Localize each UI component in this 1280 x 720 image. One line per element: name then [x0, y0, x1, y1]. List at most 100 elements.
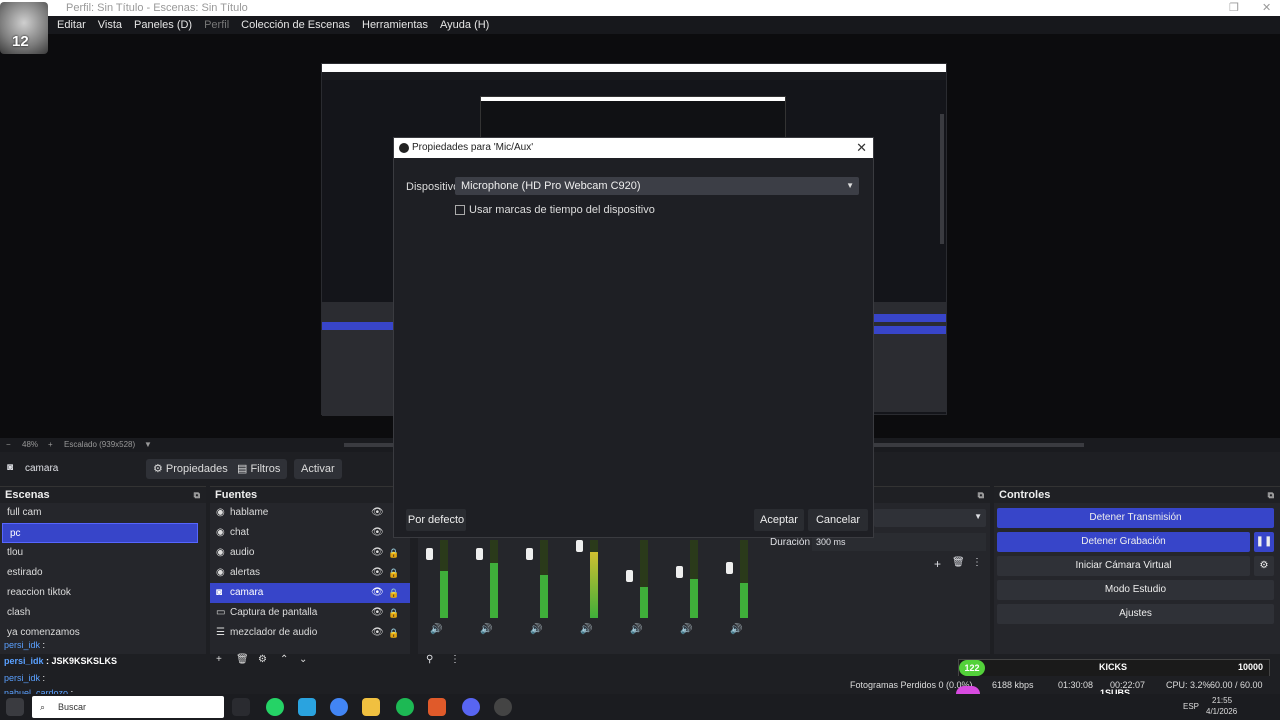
timestamp-checkbox-label[interactable]: Usar marcas de tiempo del dispositivo — [469, 204, 655, 216]
scene-item[interactable]: tlou — [0, 543, 206, 563]
scene-item[interactable]: clash — [0, 603, 206, 623]
defaults-button[interactable]: Por defecto — [406, 509, 466, 531]
folder-icon[interactable] — [362, 698, 380, 716]
undock-icon[interactable]: ⧉ — [978, 487, 984, 503]
volume-fader[interactable] — [526, 548, 533, 560]
cancel-button[interactable]: Cancelar — [808, 509, 868, 531]
zoom-out-icon[interactable]: − — [6, 438, 11, 452]
task-view-icon[interactable] — [232, 698, 250, 716]
lock-icon[interactable]: 🔒 — [388, 623, 399, 643]
close-icon[interactable]: ✕ — [856, 138, 867, 158]
menu-scene-collection[interactable]: Colección de Escenas — [241, 19, 350, 31]
gear-icon[interactable]: ⚙ — [1254, 556, 1274, 576]
discord-icon[interactable] — [462, 698, 480, 716]
device-select[interactable]: Microphone (HD Pro Webcam C920) ▼ — [455, 177, 859, 195]
move-down-icon[interactable]: ⌄ — [299, 654, 307, 665]
camera-icon: ◙ — [216, 587, 223, 598]
volume-fader[interactable] — [626, 570, 633, 582]
menu-tools[interactable]: Herramientas — [362, 19, 428, 31]
whatsapp-icon[interactable] — [266, 698, 284, 716]
volume-fader[interactable] — [676, 566, 683, 578]
scene-item[interactable]: full cam — [0, 503, 206, 523]
language-indicator[interactable]: ESP — [1183, 702, 1199, 711]
undock-icon[interactable]: ⧉ — [1268, 487, 1274, 503]
eye-icon[interactable]: 👁 — [371, 563, 384, 583]
activate-button[interactable]: Activar — [294, 459, 342, 479]
add-source-icon[interactable]: + — [216, 654, 222, 665]
chrome-icon[interactable] — [330, 698, 348, 716]
lock-icon[interactable]: 🔒 — [388, 583, 399, 603]
spotify-icon[interactable] — [396, 698, 414, 716]
source-item[interactable]: ◉ hablame 👁 — [210, 503, 410, 523]
speaker-icon[interactable]: 🔊 — [530, 624, 542, 635]
properties-button[interactable]: ⚙ Propiedades — [146, 459, 235, 479]
source-item[interactable]: ◉ audio 👁 🔒 — [210, 543, 410, 563]
speaker-icon[interactable]: 🔊 — [480, 624, 492, 635]
lock-icon[interactable]: 🔒 — [388, 543, 399, 563]
eye-icon[interactable]: 👁 — [371, 543, 384, 563]
zoom-in-icon[interactable]: + — [48, 438, 53, 452]
eye-icon[interactable]: 👁 — [371, 583, 384, 603]
stop-stream-button[interactable]: Detener Transmisión — [997, 508, 1274, 528]
source-item-selected[interactable]: ◙ camara 👁 🔒 — [210, 583, 410, 603]
move-up-icon[interactable]: ⌃ — [280, 654, 288, 665]
restore-icon[interactable]: ❐ — [1229, 0, 1239, 16]
lock-icon[interactable]: 🔒 — [388, 603, 399, 623]
mixer-menu-icon[interactable]: ⋮ — [450, 654, 460, 665]
globe-icon: ◉ — [216, 547, 225, 558]
volume-fader[interactable] — [576, 540, 583, 552]
undock-icon[interactable]: ⧉ — [194, 487, 200, 503]
speaker-icon[interactable]: 🔊 — [730, 624, 742, 635]
clock-time[interactable]: 21:55 — [1212, 696, 1232, 705]
eye-icon[interactable]: 👁 — [371, 503, 384, 523]
menu-edit[interactable]: Editar — [57, 19, 86, 31]
eye-icon[interactable]: 👁 — [371, 623, 384, 643]
chevron-down-icon: ▼ — [846, 181, 854, 190]
studio-mode-button[interactable]: Modo Estudio — [997, 580, 1274, 600]
close-window-icon[interactable]: ✕ — [1262, 0, 1271, 16]
timestamp-checkbox[interactable] — [455, 205, 465, 215]
obs-icon[interactable] — [494, 698, 512, 716]
dialog-titlebar: Propiedades para 'Mic/Aux' ✕ — [394, 138, 873, 158]
delete-transition-icon[interactable]: 🗑 — [952, 557, 965, 568]
settings-button[interactable]: Ajustes — [997, 604, 1274, 624]
clock-date[interactable]: 4/1/2026 — [1206, 707, 1237, 716]
speaker-icon[interactable]: 🔊 — [430, 624, 442, 635]
volume-fader[interactable] — [726, 562, 733, 574]
scene-item[interactable]: reaccion tiktok — [0, 583, 206, 603]
source-item[interactable]: ▭ Captura de pantalla 👁 🔒 — [210, 603, 410, 623]
menu-help[interactable]: Ayuda (H) — [440, 19, 489, 31]
brave-icon[interactable] — [428, 698, 446, 716]
source-item[interactable]: ☰ mezclador de audio 👁 🔒 — [210, 623, 410, 643]
scene-item[interactable]: estirado — [0, 563, 206, 583]
speaker-icon[interactable]: 🔊 — [630, 624, 642, 635]
source-settings-icon[interactable]: ⚙ — [258, 654, 267, 665]
filters-button[interactable]: ▤ Filtros — [230, 459, 288, 479]
add-transition-icon[interactable]: + — [934, 557, 941, 571]
menu-profile[interactable]: Perfil — [204, 19, 229, 31]
volume-fader[interactable] — [426, 548, 433, 560]
transition-menu-icon[interactable]: ⋮ — [972, 557, 982, 568]
taskbar-search[interactable]: ⌕ Buscar — [32, 696, 224, 718]
speaker-icon[interactable]: 🔊 — [580, 624, 592, 635]
transition-select[interactable]: ▼ — [874, 509, 986, 527]
volume-fader[interactable] — [476, 548, 483, 560]
scale-dropdown-icon[interactable]: ▼ — [144, 438, 152, 452]
eye-icon[interactable]: 👁 — [371, 523, 384, 543]
speaker-icon[interactable]: 🔊 — [680, 624, 692, 635]
start-icon[interactable] — [6, 698, 24, 716]
lock-icon[interactable]: 🔒 — [388, 563, 399, 583]
source-item[interactable]: ◉ alertas 👁 🔒 — [210, 563, 410, 583]
delete-source-icon[interactable]: 🗑 — [236, 654, 249, 665]
source-item[interactable]: ◉ chat 👁 — [210, 523, 410, 543]
telegram-icon[interactable] — [298, 698, 316, 716]
scene-item-selected[interactable]: pc — [2, 523, 198, 543]
accept-button[interactable]: Aceptar — [754, 509, 804, 531]
pause-icon[interactable]: ❚❚ — [1254, 532, 1274, 552]
stop-recording-button[interactable]: Detener Grabación — [997, 532, 1250, 552]
start-virtual-camera-button[interactable]: Iniciar Cámara Virtual — [997, 556, 1250, 576]
mixer-settings-icon[interactable]: ⚲ — [426, 654, 433, 665]
menu-view[interactable]: Vista — [98, 19, 122, 31]
menu-docks[interactable]: Paneles (D) — [134, 19, 192, 31]
eye-icon[interactable]: 👁 — [371, 603, 384, 623]
